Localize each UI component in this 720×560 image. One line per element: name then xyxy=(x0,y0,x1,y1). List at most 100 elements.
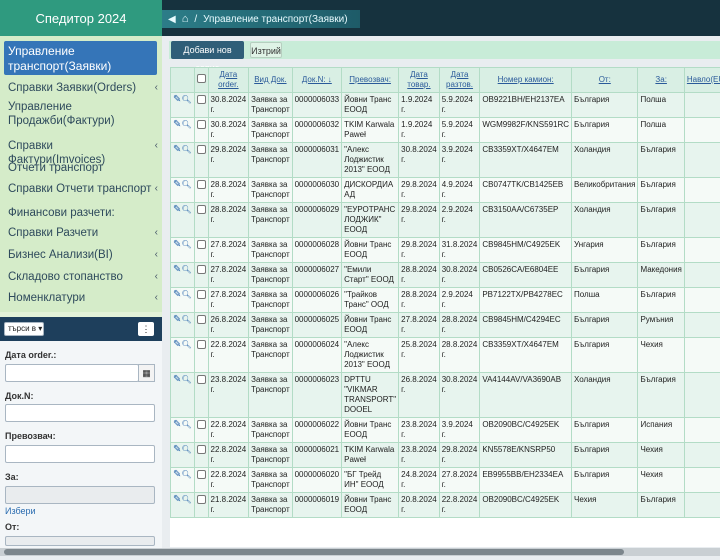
chevron-left-icon[interactable]: ‹ xyxy=(155,226,158,240)
select-all-header[interactable] xyxy=(193,67,209,93)
row-checkbox[interactable] xyxy=(196,290,206,299)
from-input[interactable] xyxy=(5,536,155,546)
chevron-left-icon[interactable]: ‹ xyxy=(155,182,158,196)
table-cell xyxy=(683,312,720,338)
table-row[interactable]: ✎🔍︎ 26.8.2024 г. Заявка за Транспорт 000000… xyxy=(170,312,720,338)
chevron-left-icon[interactable]: ‹ xyxy=(155,248,158,262)
table-row[interactable]: ✎🔍︎ 21.8.2024 г. Заявка за Транспорт 000000… xyxy=(170,492,720,518)
column-header[interactable]: Навло(EUR) xyxy=(683,67,720,93)
row-checkbox[interactable] xyxy=(196,240,206,249)
search-icon[interactable]: 🔍︎ xyxy=(181,315,191,324)
sidebar-item[interactable]: Номенклатури ‹ xyxy=(8,291,158,305)
search-icon[interactable]: 🔍︎ xyxy=(181,120,191,129)
chevron-left-icon[interactable]: ‹ xyxy=(155,291,158,305)
sidebar-item-active[interactable]: Управление транспорт(Заявки) xyxy=(4,41,157,75)
search-icon[interactable]: 🔍︎ xyxy=(181,340,191,349)
search-icon[interactable]: 🔍︎ xyxy=(181,375,191,384)
row-checkbox[interactable] xyxy=(196,180,206,189)
row-checkbox[interactable] xyxy=(196,265,206,274)
chevron-left-icon[interactable]: ‹ xyxy=(155,270,158,284)
table-row[interactable]: ✎🔍︎ 28.8.2024 г. Заявка за Транспорт 000000… xyxy=(170,177,720,203)
table-cell: 31.8.2024 г. xyxy=(438,237,481,263)
search-icon[interactable]: 🔍︎ xyxy=(181,445,191,454)
column-header[interactable]: За: xyxy=(637,67,685,93)
table-cell xyxy=(683,142,720,178)
search-icon[interactable]: 🔍︎ xyxy=(181,205,191,214)
table-cell: Йовни Транс ЕООД xyxy=(341,417,400,443)
column-header[interactable]: Дата order. xyxy=(207,67,250,93)
sidebar-item[interactable]: Справки Отчети транспорт ‹ xyxy=(8,182,158,196)
column-header[interactable]: Номер камион: xyxy=(479,67,573,93)
choose-link[interactable]: Избери xyxy=(5,506,36,516)
search-mode-select[interactable]: търси в ▾ xyxy=(4,322,44,336)
sidebar-item[interactable]: Бизнес Анализи(BI) ‹ xyxy=(8,248,158,262)
table-cell: Заявка за Транспорт xyxy=(248,117,293,143)
row-checkbox[interactable] xyxy=(196,445,206,454)
date-order-input[interactable] xyxy=(5,364,139,382)
search-icon[interactable]: 🔍︎ xyxy=(181,95,191,104)
table-cell: 22.8.2024 г. xyxy=(438,492,481,518)
table-cell: 29.8.2024 г. xyxy=(398,202,440,238)
table-row[interactable]: ✎🔍︎ 27.8.2024 г. Заявка за Транспорт 000000… xyxy=(170,262,720,288)
table-row[interactable]: ✎🔍︎ 22.8.2024 г. Заявка за Транспорт 000000… xyxy=(170,442,720,468)
sidebar-item[interactable]: Справки Разчети ‹ xyxy=(8,226,158,240)
row-checkbox[interactable] xyxy=(196,205,206,214)
search-icon[interactable]: 🔍︎ xyxy=(181,470,191,479)
row-actions: ✎🔍︎ xyxy=(170,177,195,203)
table-cell: ДИСКОРДИА АД xyxy=(341,177,400,203)
column-header[interactable]: Превозвач: xyxy=(341,67,400,93)
sidebar-item[interactable]: Справки Заявки(Orders) ‹ xyxy=(8,81,158,95)
column-header[interactable]: От: xyxy=(571,67,639,93)
column-header[interactable]: Док.N: ↓ xyxy=(291,67,343,93)
row-checkbox[interactable] xyxy=(196,420,206,429)
column-header[interactable]: Дата разтов. xyxy=(438,67,481,93)
sidebar-item[interactable]: Складово стопанство ‹ xyxy=(8,270,158,284)
table-row[interactable]: ✎🔍︎ 29.8.2024 г. Заявка за Транспорт 000000… xyxy=(170,142,720,178)
back-arrow-icon[interactable]: ◀ xyxy=(168,14,176,25)
calendar-icon[interactable]: ▦ xyxy=(138,364,155,382)
row-checkbox[interactable] xyxy=(196,315,206,324)
table-row[interactable]: ✎🔍︎ 27.8.2024 г. Заявка за Транспорт 000000… xyxy=(170,237,720,263)
search-icon[interactable]: 🔍︎ xyxy=(181,180,191,189)
row-checkbox[interactable] xyxy=(196,120,206,129)
table-cell: Заявка за Транспорт xyxy=(248,492,293,518)
chevron-left-icon[interactable]: ‹ xyxy=(155,81,158,95)
sidebar-item[interactable]: Отчети транспорт xyxy=(8,161,158,175)
search-icon[interactable]: 🔍︎ xyxy=(181,495,191,504)
row-checkbox[interactable] xyxy=(196,95,206,104)
table-row[interactable]: ✎🔍︎ 22.8.2024 г. Заявка за Транспорт 000000… xyxy=(170,467,720,493)
horizontal-scrollbar-thumb[interactable] xyxy=(4,549,624,555)
search-icon[interactable]: 🔍︎ xyxy=(181,145,191,154)
table-row[interactable]: ✎🔍︎ 22.8.2024 г. Заявка за Транспорт 000000… xyxy=(170,417,720,443)
sidebar-item[interactable]: Финансови разчети: xyxy=(8,206,158,220)
doc-number-input[interactable] xyxy=(5,404,155,422)
table-row[interactable]: ✎🔍︎ 30.8.2024 г. Заявка за Транспорт 000000… xyxy=(170,92,720,118)
add-record-button[interactable]: Добави нов запис xyxy=(171,41,244,73)
row-checkbox[interactable] xyxy=(196,470,206,479)
column-header[interactable]: Дата товар. xyxy=(398,67,440,93)
row-checkbox[interactable] xyxy=(196,145,206,154)
search-icon[interactable]: 🔍︎ xyxy=(181,265,191,274)
search-icon[interactable]: 🔍︎ xyxy=(181,420,191,429)
for-input[interactable] xyxy=(5,486,155,504)
search-icon[interactable]: 🔍︎ xyxy=(181,240,191,249)
table-row[interactable]: ✎🔍︎ 23.8.2024 г. Заявка за Транспорт 000000… xyxy=(170,372,720,418)
table-row[interactable]: ✎🔍︎ 30.8.2024 г. Заявка за Транспорт 000000… xyxy=(170,117,720,143)
delete-button[interactable]: Изтрий xyxy=(250,42,282,58)
select-all-checkbox[interactable] xyxy=(196,74,206,83)
table-cell: Заявка за Транспорт xyxy=(248,237,293,263)
table-row[interactable]: ✎🔍︎ 22.8.2024 г. Заявка за Транспорт 000000… xyxy=(170,337,720,373)
breadcrumb-current[interactable]: Управление транспорт(Заявки) xyxy=(203,14,347,25)
row-checkbox[interactable] xyxy=(196,340,206,349)
table-row[interactable]: ✎🔍︎ 27.8.2024 г. Заявка за Транспорт 000000… xyxy=(170,287,720,313)
app-brand[interactable]: Спедитор 2024 xyxy=(0,0,162,36)
row-checkbox[interactable] xyxy=(196,375,206,384)
carrier-input[interactable] xyxy=(5,445,155,463)
search-icon[interactable]: 🔍︎ xyxy=(181,290,191,299)
column-header[interactable]: Вид Док. xyxy=(248,67,293,93)
sidebar-item[interactable]: Управление Продажби(Фактури) xyxy=(8,100,158,128)
row-checkbox[interactable] xyxy=(196,495,206,504)
home-icon[interactable]: ⌂ xyxy=(182,13,189,25)
table-row[interactable]: ✎🔍︎ 28.8.2024 г. Заявка за Транспорт 000000… xyxy=(170,202,720,238)
search-options-icon[interactable]: ⋮ xyxy=(138,322,154,336)
